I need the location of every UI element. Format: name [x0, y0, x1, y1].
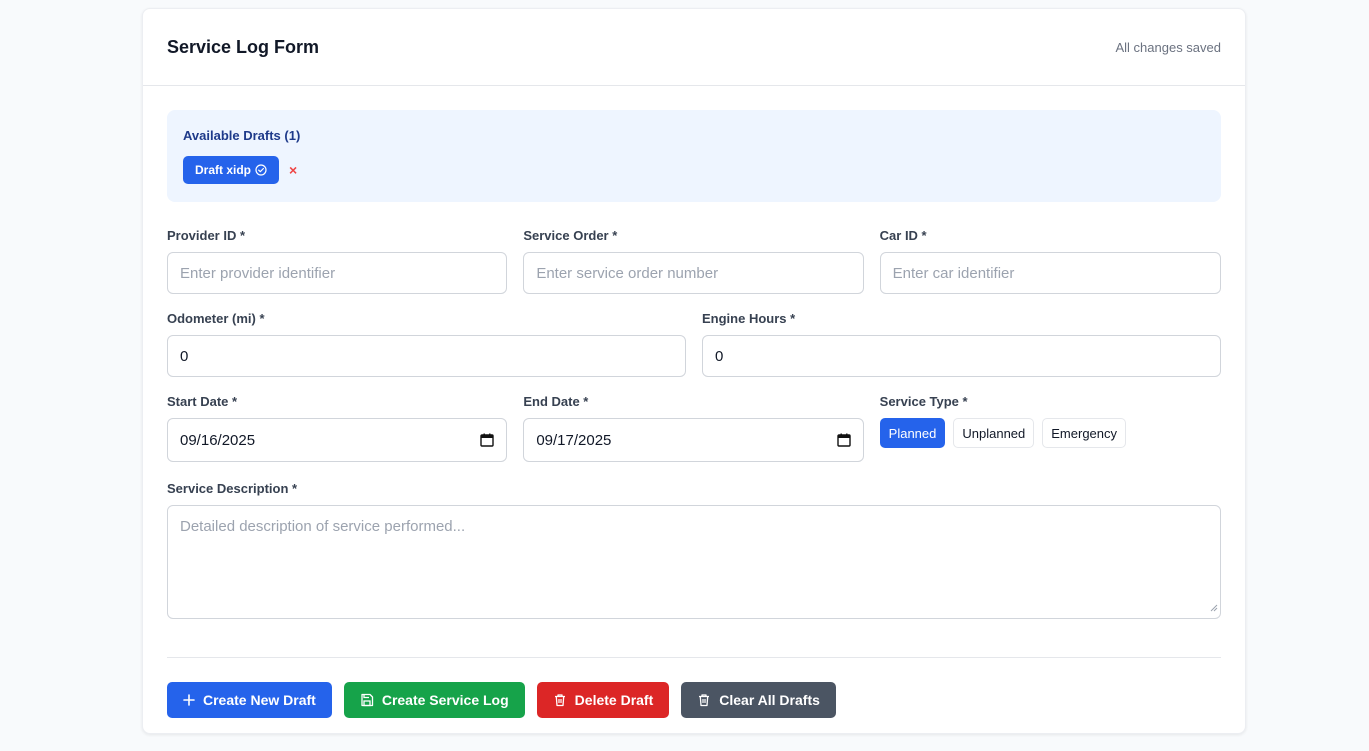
delete-draft-button[interactable]: Delete Draft — [536, 682, 670, 718]
divider — [167, 657, 1221, 658]
service-order-label: Service Order * — [523, 228, 618, 243]
action-bar: Create New Draft Create Service Log Dele… — [167, 682, 1221, 718]
service-log-card: Service Log Form All changes saved Avail… — [142, 8, 1246, 734]
create-draft-label: Create New Draft — [203, 692, 316, 708]
odometer-input[interactable]: 0 — [167, 335, 686, 377]
service-order-input[interactable]: Enter service order number — [523, 252, 864, 294]
calendar-icon[interactable] — [836, 433, 851, 447]
engine-hours-field: Engine Hours * 0 — [702, 310, 1221, 377]
engine-hours-label: Engine Hours * — [702, 311, 796, 326]
check-circle-icon — [255, 164, 267, 176]
engine-hours-input[interactable]: 0 — [702, 335, 1221, 377]
trash-icon — [553, 693, 567, 707]
create-service-log-label: Create Service Log — [381, 692, 509, 708]
start-date-value: 09/16/2025 — [180, 431, 256, 449]
drafts-panel: Available Drafts (1) Draft xidp × — [167, 110, 1221, 202]
odometer-label: Odometer (mi) * — [167, 311, 265, 326]
plus-icon — [183, 694, 195, 706]
save-status: All changes saved — [1115, 39, 1221, 55]
trash-icon — [697, 693, 711, 707]
end-date-value: 09/17/2025 — [536, 431, 612, 449]
service-type-label: Service Type * — [879, 394, 968, 409]
odometer-field: Odometer (mi) * 0 — [167, 310, 686, 377]
draft-chip[interactable]: Draft xidp — [183, 156, 280, 184]
odometer-value: 0 — [180, 347, 189, 365]
clear-all-drafts-label: Clear All Drafts — [719, 692, 820, 708]
provider-id-input[interactable]: Enter provider identifier — [167, 252, 508, 294]
start-date-label: Start Date * — [167, 394, 238, 409]
service-type-planned[interactable]: Planned — [879, 418, 946, 448]
form-body: Available Drafts (1) Draft xidp × Provid… — [143, 86, 1245, 718]
card-header: Service Log Form All changes saved — [143, 9, 1245, 86]
service-order-field: Service Order * Enter service order numb… — [523, 227, 864, 294]
provider-id-placeholder: Enter provider identifier — [180, 264, 336, 282]
provider-id-field: Provider ID * Enter provider identifier — [167, 227, 508, 294]
draft-chip-label: Draft xidp — [195, 163, 252, 177]
description-textarea[interactable]: Detailed description of service performe… — [167, 505, 1221, 619]
car-id-label: Car ID * — [879, 228, 927, 243]
description-field: Service Description * Detailed descripti… — [167, 480, 1221, 619]
create-service-log-button[interactable]: Create Service Log — [343, 682, 525, 718]
end-date-input[interactable]: 09/17/2025 — [523, 418, 864, 462]
description-placeholder: Detailed description of service performe… — [180, 518, 466, 535]
create-draft-button[interactable]: Create New Draft — [167, 682, 332, 718]
resize-grip-icon[interactable] — [1210, 599, 1218, 616]
service-type-unplanned[interactable]: Unplanned — [953, 418, 1035, 448]
row-dates: Start Date * 09/16/2025 End Date * 09/17… — [167, 393, 1221, 462]
drafts-list: Draft xidp × — [183, 156, 1205, 184]
row-metrics: Odometer (mi) * 0 Engine Hours * 0 — [167, 310, 1221, 377]
description-label: Service Description * — [167, 481, 298, 496]
clear-all-drafts-button[interactable]: Clear All Drafts — [681, 682, 836, 718]
car-id-input[interactable]: Enter car identifier — [879, 252, 1221, 294]
end-date-field: End Date * 09/17/2025 — [523, 393, 864, 462]
row-ids: Provider ID * Enter provider identifier … — [167, 227, 1221, 294]
end-date-label: End Date * — [523, 394, 589, 409]
start-date-field: Start Date * 09/16/2025 — [167, 393, 508, 462]
start-date-input[interactable]: 09/16/2025 — [167, 418, 508, 462]
save-icon — [360, 693, 374, 707]
service-type-field: Service Type * Planned Unplanned Emergen… — [879, 393, 1221, 462]
provider-id-label: Provider ID * — [167, 228, 246, 243]
page-title: Service Log Form — [167, 36, 320, 57]
engine-hours-value: 0 — [715, 347, 724, 365]
calendar-icon[interactable] — [480, 433, 495, 447]
remove-draft-button[interactable]: × — [289, 162, 297, 178]
service-type-group: Planned Unplanned Emergency — [879, 418, 1221, 448]
delete-draft-label: Delete Draft — [574, 692, 654, 708]
car-id-field: Car ID * Enter car identifier — [879, 227, 1221, 294]
drafts-title: Available Drafts (1) — [183, 128, 301, 143]
service-type-emergency[interactable]: Emergency — [1042, 418, 1127, 448]
service-order-placeholder: Enter service order number — [536, 264, 719, 282]
car-id-placeholder: Enter car identifier — [892, 264, 1015, 282]
